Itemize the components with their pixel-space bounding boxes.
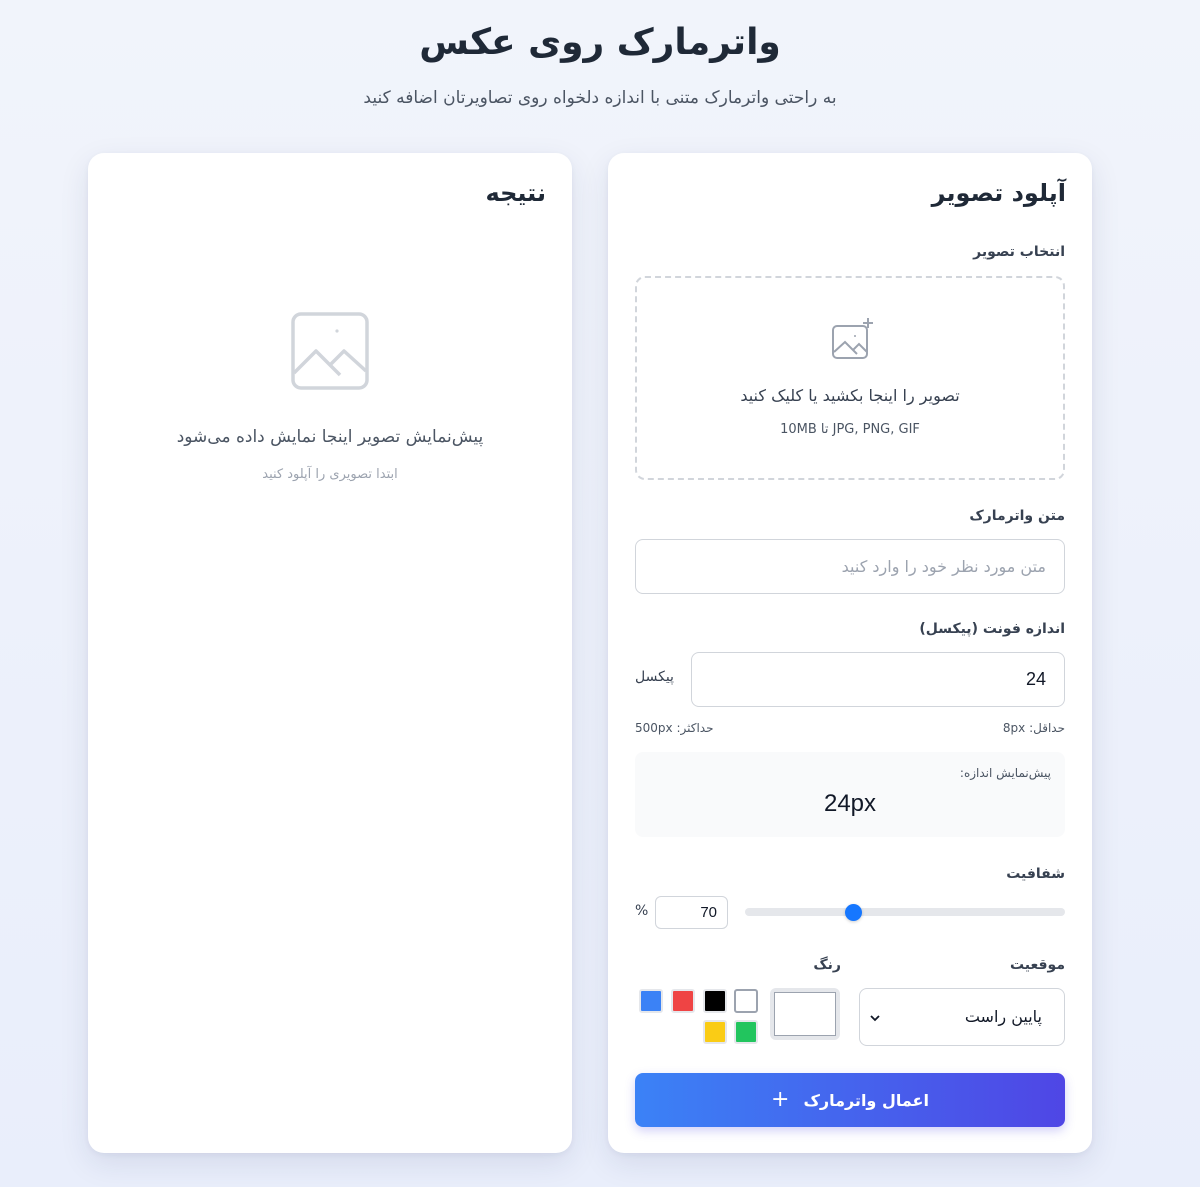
font-size-input[interactable] xyxy=(691,652,1065,707)
font-size-label: اندازه فونت (پیکسل) xyxy=(919,621,1065,637)
opacity-label: شفافیت xyxy=(1006,866,1065,882)
result-placeholder: پیش‌نمایش تصویر اینجا نمایش داده می‌شود … xyxy=(88,311,572,482)
font-size-max: حداکثر: 500px xyxy=(635,721,714,735)
plus-icon: + xyxy=(771,1087,790,1112)
swatch-white[interactable] xyxy=(734,989,758,1013)
size-preview-box: پیش‌نمایش اندازه: 24px xyxy=(635,752,1065,837)
swatch-red[interactable] xyxy=(671,989,695,1013)
page-subtitle: به راحتی واترمارک متنی با اندازه دلخواه … xyxy=(363,88,837,108)
image-plus-icon xyxy=(832,318,873,359)
font-size-min: حداقل: 8px xyxy=(1002,721,1065,735)
size-preview-value: 24px xyxy=(823,790,877,817)
position-label: موقعیت xyxy=(1009,957,1065,973)
select-image-label: انتخاب تصویر xyxy=(973,244,1065,260)
size-preview-label: پیش‌نمایش اندازه: xyxy=(959,766,1051,780)
watermark-text-input[interactable] xyxy=(635,539,1065,594)
apply-watermark-label: اعمال واترمارک xyxy=(803,1090,929,1110)
image-dropzone[interactable]: تصویر را اینجا بکشید یا کلیک کنید JPG, P… xyxy=(635,276,1065,480)
opacity-slider-thumb[interactable] xyxy=(845,904,862,921)
swatch-black[interactable] xyxy=(703,989,727,1013)
swatch-blue[interactable] xyxy=(639,989,663,1013)
placeholder-subtext: ابتدا تصویری را آپلود کنید xyxy=(262,467,398,482)
color-picker[interactable] xyxy=(770,988,840,1040)
font-size-unit: پیکسل xyxy=(635,669,674,685)
dropzone-text: تصویر را اینجا بکشید یا کلیک کنید xyxy=(740,386,960,405)
image-icon xyxy=(291,312,369,390)
position-select-value: پایین راست xyxy=(964,1007,1042,1026)
opacity-slider-track[interactable] xyxy=(745,908,1065,916)
dropzone-subtext: JPG, PNG, GIF تا 10MB xyxy=(780,422,920,437)
color-picker-swatch xyxy=(774,992,836,1036)
upload-card: آپلود تصویر انتخاب تصویر تصویر را اینجا … xyxy=(608,153,1092,1153)
placeholder-text: پیش‌نمایش تصویر اینجا نمایش داده می‌شود xyxy=(176,427,484,447)
percent-sign: % xyxy=(635,903,649,919)
chevron-down-icon xyxy=(870,1015,880,1022)
page-title: واترمارک روی عکس xyxy=(419,22,781,63)
apply-watermark-button[interactable]: اعمال واترمارک + xyxy=(635,1073,1065,1127)
swatch-yellow[interactable] xyxy=(703,1020,727,1044)
watermark-text-label: متن واترمارک xyxy=(969,508,1065,524)
opacity-input[interactable] xyxy=(655,896,728,929)
swatch-green[interactable] xyxy=(734,1020,758,1044)
result-title: نتیجه xyxy=(485,179,546,207)
position-select[interactable]: پایین راست xyxy=(859,988,1065,1046)
color-label: رنگ xyxy=(813,957,841,973)
upload-title: آپلود تصویر xyxy=(931,179,1066,207)
result-card: نتیجه پیش‌نمایش تصویر اینجا نمایش داده م… xyxy=(88,153,572,1153)
